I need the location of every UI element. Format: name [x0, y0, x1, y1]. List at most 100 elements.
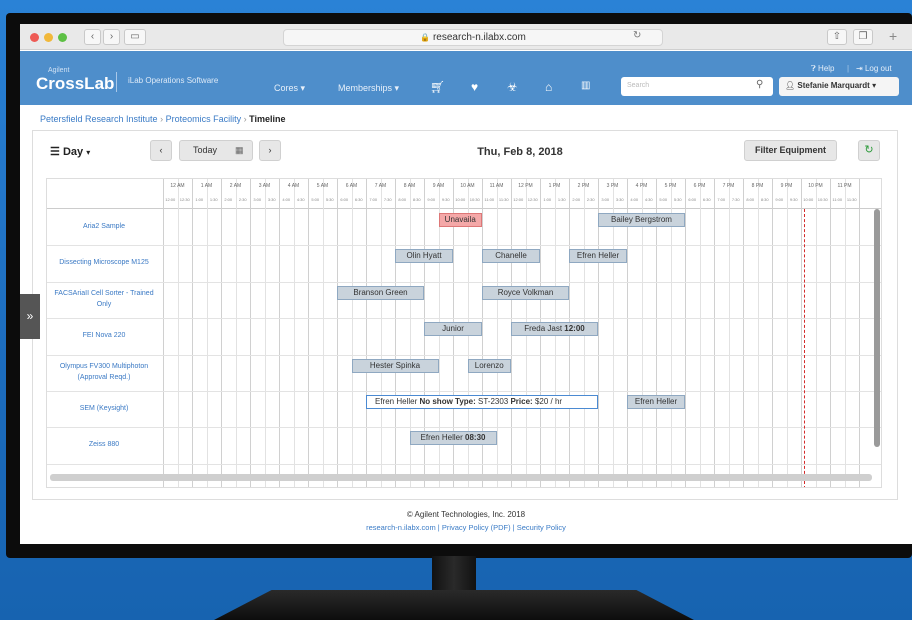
booking-text: Junior: [442, 324, 464, 334]
expand-sidebar-tab[interactable]: »: [20, 294, 40, 339]
search-input[interactable]: Search: [621, 77, 773, 96]
grid-line: [859, 179, 860, 487]
resource-name[interactable]: Dissecting Microscope M125: [47, 257, 161, 268]
lock-icon: 🔒: [420, 33, 431, 42]
sidebar-icon[interactable]: ▭: [124, 29, 146, 45]
grid-line: [308, 179, 309, 487]
booking-text: Efren Heller: [375, 397, 418, 406]
half-hour-label: 5:30: [673, 197, 682, 202]
booking-block[interactable]: Efren Heller: [569, 249, 627, 264]
breadcrumb-institute[interactable]: Petersfield Research Institute: [40, 114, 158, 124]
row-divider: [47, 318, 881, 320]
booking-time: 12:00: [562, 324, 585, 334]
booking-detail-label: Price:: [508, 397, 533, 406]
grid-line: [206, 179, 208, 487]
logo-divider: [116, 72, 117, 92]
grid-line: [351, 179, 353, 487]
biohazard-icon[interactable]: ☣︎: [507, 80, 518, 94]
booking-detail-value: ST-2303: [475, 397, 509, 406]
half-hour-label: 11:30: [498, 197, 509, 202]
search-icon[interactable]: ⚲: [756, 79, 763, 90]
caret-down-icon: ▾: [394, 83, 400, 93]
logout-link[interactable]: ⇥ Log out: [856, 64, 892, 73]
hour-label: 8 AM: [403, 183, 416, 189]
grid-line: [685, 179, 686, 487]
new-tab-icon[interactable]: +: [889, 28, 897, 44]
nav-memberships[interactable]: Memberships ▾: [338, 83, 399, 94]
footer-privacy-link[interactable]: Privacy Policy (PDF): [442, 523, 511, 532]
monitor-stand-base: [214, 590, 694, 620]
tabs-icon[interactable]: ❐: [853, 29, 873, 45]
prev-day-button[interactable]: ‹: [150, 140, 172, 161]
booking-block[interactable]: Royce Volkman: [482, 285, 569, 300]
hour-label: 10 PM: [808, 183, 823, 189]
booking-block[interactable]: Efren Heller: [627, 395, 685, 409]
booking-block[interactable]: Junior: [424, 322, 482, 337]
booking-block[interactable]: Bailey Bergstrom: [598, 213, 685, 227]
row-divider: [47, 281, 881, 283]
grid-line: [830, 179, 831, 487]
resource-name[interactable]: FEI Nova 220: [47, 330, 161, 341]
breadcrumb: Petersfield Research Institute › Proteom…: [40, 114, 285, 124]
booking-detail-label: No show: [417, 397, 453, 406]
booking-block[interactable]: Unavaila: [438, 213, 482, 227]
url-bar[interactable]: 🔒 research-n.ilabx.com: [283, 29, 663, 46]
booking-block[interactable]: Olin Hyatt: [395, 249, 453, 264]
booking-block[interactable]: Chanelle: [482, 249, 540, 264]
half-hour-label: 3:30: [615, 197, 624, 202]
heart-icon[interactable]: ♥: [471, 80, 478, 94]
half-hour-label: 4:00: [630, 197, 639, 202]
help-link[interactable]: ❓︎ Help: [811, 64, 835, 74]
nav-cores[interactable]: Cores ▾: [274, 83, 305, 94]
logo[interactable]: CrossLab: [36, 74, 114, 94]
vertical-scrollbar[interactable]: [874, 209, 880, 447]
user-menu[interactable]: 👤︎ Stefanie Marquardt ▾: [779, 77, 899, 96]
resource-name[interactable]: Zeiss 880: [47, 439, 161, 450]
booking-block[interactable]: Efren Heller 08:30: [409, 431, 497, 446]
next-day-button[interactable]: ›: [259, 140, 281, 161]
resource-name[interactable]: Aria2 Sample: [47, 221, 161, 232]
booking-block[interactable]: Efren Heller No show Type: ST-2303 Price…: [366, 395, 598, 409]
resource-name[interactable]: SEM (Keysight): [47, 403, 161, 414]
booking-text: Efren Heller: [576, 251, 620, 261]
refresh-icon[interactable]: ↻: [858, 140, 880, 161]
filter-equipment-button[interactable]: Filter Equipment: [744, 140, 837, 161]
close-dot[interactable]: [30, 33, 39, 42]
cart-icon[interactable]: 🛒︎: [430, 80, 445, 94]
inbox-icon[interactable]: ⌂: [545, 80, 552, 94]
timeline-grid: 12 AM 1 AM 2 AM 3 AM 4 AM 5 AM 6 AM 7 AM 8 AM 9 A…: [46, 178, 882, 488]
grid-line: [815, 179, 817, 487]
hour-label: 6 AM: [345, 183, 358, 189]
half-hour-label: 10:00: [455, 197, 466, 202]
booking-time: 08:30: [462, 433, 486, 443]
booking-block[interactable]: Lorenzo: [467, 358, 511, 373]
half-hour-label: 8:30: [412, 197, 421, 202]
today-button[interactable]: Today ▦: [179, 140, 253, 161]
caret-down-icon: ▾: [872, 81, 877, 90]
horizontal-scrollbar[interactable]: [50, 474, 872, 481]
forward-icon[interactable]: ›: [103, 29, 120, 45]
row-divider: [47, 427, 881, 429]
minimize-dot[interactable]: [44, 33, 53, 42]
resource-name[interactable]: Olympus FV300 Multiphoton (Approval Reqd…: [47, 361, 161, 383]
reload-icon[interactable]: ↻: [633, 30, 641, 41]
back-icon[interactable]: ‹: [84, 29, 101, 45]
booking-block[interactable]: Hester Spinka: [351, 358, 439, 373]
footer-site-link[interactable]: research-n.ilabx.com: [366, 523, 436, 532]
caret-down-icon: ▾: [86, 148, 91, 157]
footer-security-link[interactable]: Security Policy: [517, 523, 566, 532]
view-selector[interactable]: ☰ Day ▾: [50, 145, 90, 158]
breadcrumb-facility[interactable]: Proteomics Facility: [166, 114, 242, 124]
booking-text: Hester Spinka: [369, 360, 421, 370]
half-hour-label: 2:30: [586, 197, 595, 202]
booking-block[interactable]: Branson Green: [337, 285, 424, 300]
grid-line: [235, 179, 237, 487]
zoom-dot[interactable]: [58, 33, 67, 42]
share-icon[interactable]: ⇧: [827, 29, 847, 45]
half-hour-label: 1:30: [209, 197, 218, 202]
hour-label: 11 AM: [489, 183, 504, 189]
resource-name[interactable]: FACSAriaII Cell Sorter - Trained Only: [47, 288, 161, 310]
booking-block[interactable]: Freda Jast 12:00: [511, 322, 598, 337]
chart-icon[interactable]: ▥: [581, 80, 590, 91]
grid-line: [496, 179, 498, 487]
